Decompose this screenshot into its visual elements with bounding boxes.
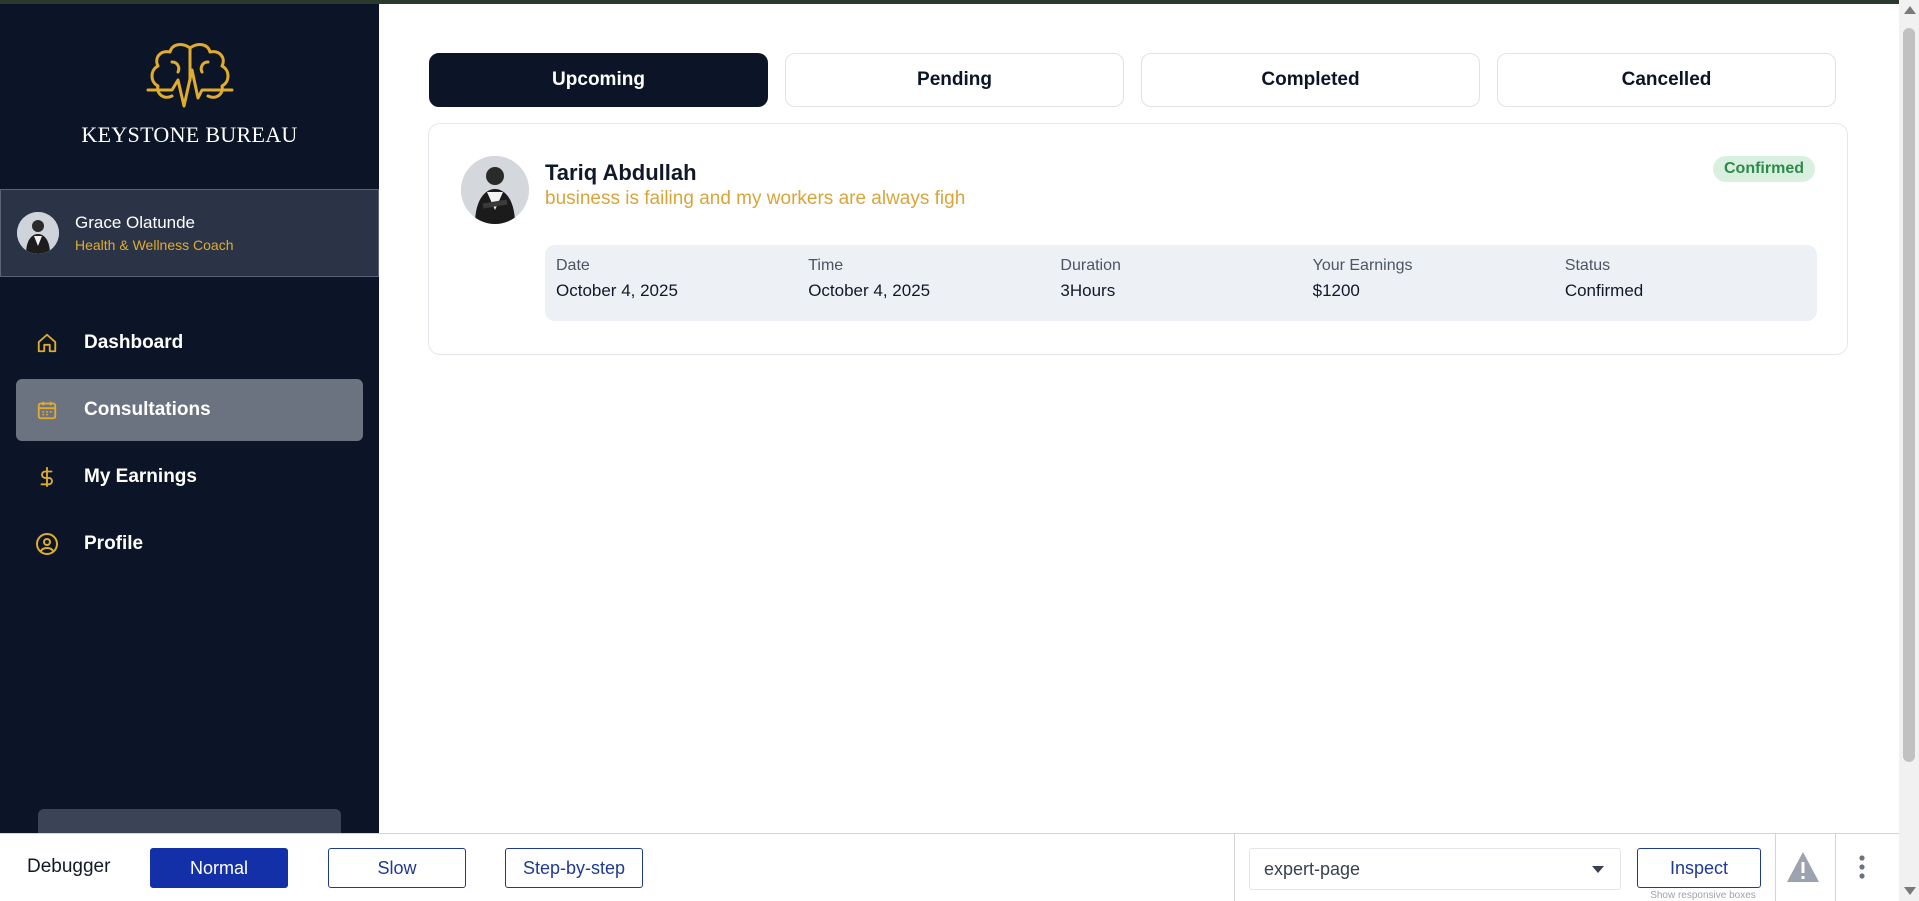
debugger-title: Debugger <box>27 856 111 877</box>
debugger-bar: Debugger Normal Slow Step-by-step expert… <box>0 833 1899 901</box>
detail-label: Duration <box>1060 257 1121 274</box>
mode-normal-button[interactable]: Normal <box>150 848 288 888</box>
sidebar-nav: Dashboard Consultations My Earnings Prof… <box>16 312 363 580</box>
detail-duration: Duration 3Hours <box>1060 257 1312 321</box>
sidebar-item-label: Consultations <box>84 399 211 420</box>
consultation-tabs: Upcoming Pending Completed Cancelled <box>429 53 1836 107</box>
client-avatar <box>461 156 529 224</box>
tab-upcoming[interactable]: Upcoming <box>429 53 768 107</box>
user-avatar <box>17 212 59 254</box>
detail-status: Status Confirmed <box>1565 257 1817 321</box>
client-name: Tariq Abdullah <box>545 160 697 185</box>
scroll-up-icon[interactable] <box>1904 6 1916 14</box>
detail-earnings: Your Earnings $1200 <box>1313 257 1565 321</box>
sidebar-bottom-button[interactable] <box>38 809 341 833</box>
tab-cancelled[interactable]: Cancelled <box>1497 53 1836 107</box>
calendar-icon <box>34 397 60 423</box>
user-name: Grace Olatunde <box>75 213 196 232</box>
dollar-icon <box>34 464 60 490</box>
detail-time: Time October 4, 2025 <box>808 257 1060 321</box>
detail-value: October 4, 2025 <box>808 281 931 300</box>
divider <box>1775 834 1776 901</box>
sidebar-item-profile[interactable]: Profile <box>16 513 363 575</box>
user-role: Health & Wellness Coach <box>75 237 234 253</box>
detail-label: Date <box>556 257 590 274</box>
detail-value: 3Hours <box>1060 281 1116 300</box>
brain-pulse-icon <box>146 43 233 108</box>
page-select-value: expert-page <box>1264 858 1361 879</box>
sidebar-item-label: My Earnings <box>84 466 197 487</box>
status-badge: Confirmed <box>1713 156 1815 182</box>
more-options-icon[interactable] <box>1858 854 1866 885</box>
main-content: Upcoming Pending Completed Cancelled Tar… <box>379 4 1899 833</box>
inspect-button[interactable]: Inspect <box>1637 848 1761 888</box>
detail-label: Time <box>808 257 844 274</box>
home-icon <box>34 330 60 356</box>
page-select[interactable]: expert-page <box>1249 848 1621 890</box>
divider <box>1835 834 1836 901</box>
consultation-details: Date October 4, 2025 Time October 4, 202… <box>545 245 1817 321</box>
detail-label: Your Earnings <box>1312 257 1413 274</box>
client-message: business is failing and my workers are a… <box>545 188 966 209</box>
sidebar-item-label: Profile <box>84 533 144 554</box>
scrollbar-thumb[interactable] <box>1903 28 1915 762</box>
sidebar: KEYSTONE BUREAU Grace Olatunde Health & … <box>0 4 379 833</box>
detail-date: Date October 4, 2025 <box>556 257 808 321</box>
user-card[interactable]: Grace Olatunde Health & Wellness Coach <box>0 189 379 277</box>
sidebar-item-my-earnings[interactable]: My Earnings <box>16 446 363 508</box>
brand-logo[interactable]: KEYSTONE BUREAU <box>0 40 379 148</box>
detail-label: Status <box>1564 257 1611 274</box>
detail-value: October 4, 2025 <box>556 281 678 300</box>
tab-completed[interactable]: Completed <box>1141 53 1480 107</box>
mode-slow-button[interactable]: Slow <box>328 848 466 888</box>
tab-pending[interactable]: Pending <box>785 53 1124 107</box>
brand-name: KEYSTONE BUREAU <box>81 122 298 147</box>
page-scrollbar[interactable] <box>1899 0 1919 901</box>
chevron-down-icon <box>1592 866 1604 873</box>
detail-value: $1200 <box>1312 281 1360 300</box>
sidebar-item-consultations[interactable]: Consultations <box>16 379 363 441</box>
inspect-hint: Show responsive boxes <box>1650 890 1756 901</box>
warning-icon[interactable] <box>1785 850 1821 889</box>
sidebar-item-label: Dashboard <box>84 332 184 353</box>
divider <box>1234 834 1235 901</box>
scroll-down-icon[interactable] <box>1904 887 1916 895</box>
consultation-card[interactable]: Tariq Abdullah business is failing and m… <box>428 123 1848 355</box>
user-circle-icon <box>34 531 60 557</box>
sidebar-item-dashboard[interactable]: Dashboard <box>16 312 363 374</box>
mode-step-button[interactable]: Step-by-step <box>505 848 643 888</box>
detail-value: Confirmed <box>1564 281 1644 300</box>
